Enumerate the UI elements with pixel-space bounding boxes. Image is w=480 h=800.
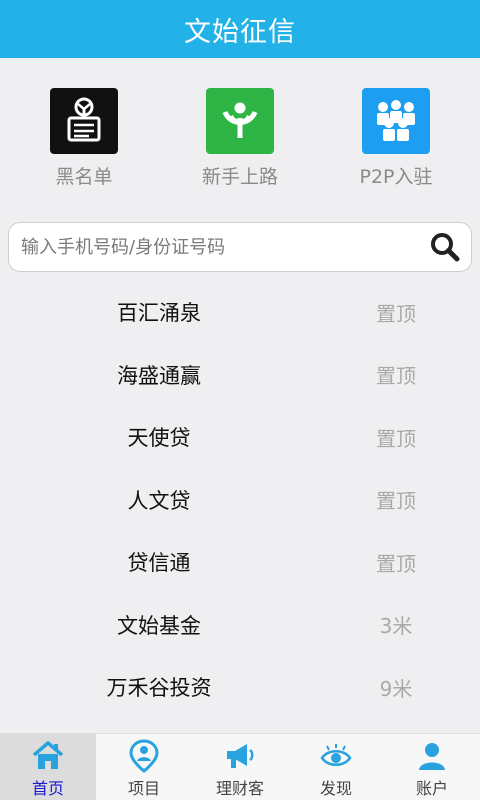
- eye-icon: [318, 738, 354, 774]
- list-item[interactable]: 文始基金 3米: [0, 594, 480, 657]
- bottom-tab-bar: 首页 项目 理财客 发现 账户: [0, 733, 480, 800]
- tab-projects[interactable]: 项目: [96, 734, 192, 800]
- title-bar: 文始征信: [0, 0, 480, 58]
- list-item[interactable]: 天使贷 置顶: [0, 406, 480, 469]
- tab-discover[interactable]: 发现: [288, 734, 384, 800]
- quick-link-label: 黑名单: [55, 166, 113, 188]
- list-item[interactable]: 贷信通 置顶: [0, 531, 480, 594]
- tab-label: 项目: [127, 779, 160, 798]
- tab-investors[interactable]: 理财客: [192, 734, 288, 800]
- search-input[interactable]: [9, 223, 419, 271]
- list-item[interactable]: 海盛通赢 置顶: [0, 344, 480, 407]
- platform-name: 贷信通: [127, 551, 191, 576]
- quick-link-label: P2P入驻: [359, 166, 433, 188]
- list-item[interactable]: 百汇涌泉 置顶: [0, 281, 480, 344]
- quick-link-p2p[interactable]: P2P入驻: [316, 88, 476, 198]
- platform-name: 百汇涌泉: [117, 301, 201, 326]
- wikimedia-icon: [206, 88, 274, 154]
- quick-link-beginner[interactable]: 新手上路: [160, 88, 320, 198]
- list-item[interactable]: 人文贷 置顶: [0, 469, 480, 532]
- tab-account[interactable]: 账户: [384, 734, 480, 800]
- quick-link-blacklist[interactable]: 黑名单: [4, 88, 164, 198]
- quick-link-label: 新手上路: [201, 166, 278, 188]
- user-icon: [414, 738, 450, 774]
- pin-action[interactable]: 置顶: [318, 281, 474, 344]
- search-box: [8, 222, 472, 272]
- search-button[interactable]: [419, 223, 471, 271]
- tab-home[interactable]: 首页: [0, 734, 96, 800]
- distance-label: 9米: [379, 676, 413, 701]
- blacklist-icon: [50, 88, 118, 154]
- megaphone-icon: [222, 738, 258, 774]
- list-item[interactable]: 万禾谷投资 9米: [0, 656, 480, 719]
- tab-label: 账户: [415, 779, 448, 798]
- pin-action[interactable]: 置顶: [318, 531, 474, 594]
- platform-name: 人文贷: [127, 488, 191, 513]
- location-pin-icon: [126, 738, 162, 774]
- distance-label: 3米: [379, 614, 413, 639]
- pin-action[interactable]: 置顶: [318, 406, 474, 469]
- platform-name: 文始基金: [117, 613, 201, 638]
- tab-label: 发现: [319, 779, 352, 798]
- tab-label: 首页: [31, 779, 64, 798]
- page-title: 文始征信: [184, 16, 296, 48]
- platform-name: 海盛通赢: [117, 363, 201, 388]
- home-icon: [30, 738, 66, 774]
- quick-links: 黑名单 新手上路 P2P入驻: [0, 88, 480, 198]
- search-icon: [431, 233, 460, 262]
- platform-name: 天使贷: [127, 426, 191, 451]
- pin-action[interactable]: 置顶: [318, 469, 474, 532]
- platform-name: 万禾谷投资: [106, 676, 212, 701]
- pin-action[interactable]: 置顶: [318, 344, 474, 407]
- tab-label: 理财客: [215, 779, 264, 798]
- platform-list: 百汇涌泉 置顶 海盛通赢 置顶 天使贷 置顶 人文贷 置顶 贷信通 置顶 文始基…: [0, 281, 480, 719]
- people-icon: [362, 88, 430, 154]
